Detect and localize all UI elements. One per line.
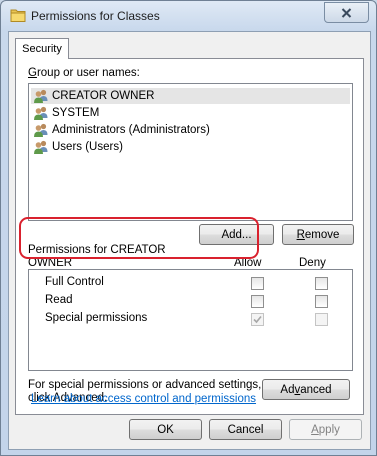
advanced-hint-line1: For special permissions or advanced sett… [28, 379, 262, 391]
cancel-button[interactable]: Cancel [209, 419, 282, 440]
tab-security[interactable]: Security [15, 38, 69, 59]
ok-button[interactable]: OK [129, 419, 202, 440]
window-title: Permissions for Classes [31, 9, 160, 23]
folder-icon [10, 9, 26, 22]
read-deny-checkbox[interactable] [315, 295, 328, 308]
read-allow-checkbox[interactable] [251, 295, 264, 308]
close-icon [341, 7, 352, 18]
full-control-deny-checkbox[interactable] [315, 277, 328, 290]
permission-row-full-control: Full Control [29, 275, 329, 293]
list-item-label: CREATOR OWNER [52, 90, 155, 102]
list-item-label: Administrators (Administrators) [52, 124, 210, 136]
list-item-label: Users (Users) [52, 141, 123, 153]
remove-button-label-text: emove [304, 228, 340, 241]
dialog-window: Permissions for Classes Security Group o… [0, 0, 377, 456]
user-group-icon [34, 89, 48, 103]
permission-name: Read [45, 294, 73, 306]
deny-column-header: Deny [299, 257, 326, 269]
permission-row-read: Read [29, 293, 329, 311]
close-button[interactable] [324, 2, 369, 23]
permission-row-special: Special permissions [29, 311, 329, 329]
user-group-icon [34, 140, 48, 154]
group-list-label: Group or user names: [28, 67, 140, 79]
user-group-icon [34, 106, 48, 120]
remove-button[interactable]: Remove [282, 224, 354, 245]
advanced-button-label-suffix: anced [300, 383, 332, 396]
list-item-administrators[interactable]: Administrators (Administrators) [33, 122, 210, 138]
checkmark-icon [253, 315, 262, 324]
permissions-table: Full Control Read Special permissions [28, 269, 353, 371]
list-item-creator-owner[interactable]: CREATOR OWNER [31, 88, 350, 104]
add-button[interactable]: Add... [199, 224, 274, 245]
permissions-label: Permissions for CREATOR [28, 244, 166, 256]
list-item-label: SYSTEM [52, 107, 100, 119]
permission-name: Full Control [45, 276, 104, 288]
allow-column-header: Allow [234, 257, 262, 269]
dialog-client-area: Security Group or user names: CREATOR OW… [8, 31, 371, 450]
list-item-users[interactable]: Users (Users) [33, 139, 123, 155]
advanced-button-label-prefix: Ad [280, 383, 295, 396]
user-group-icon [34, 123, 48, 137]
permission-name: Special permissions [45, 312, 148, 324]
advanced-button[interactable]: Ad v anced [262, 379, 350, 400]
title-bar[interactable]: Permissions for Classes [1, 1, 376, 31]
apply-button[interactable]: Apply [289, 419, 362, 440]
apply-button-label-text: pply [318, 423, 340, 436]
learn-access-control-link[interactable]: Learn about access control and permissio… [31, 393, 256, 405]
security-tab-panel: Group or user names: CREATOR OWNER SYSTE… [15, 58, 364, 415]
special-allow-checkbox[interactable] [251, 313, 264, 326]
group-user-list[interactable]: CREATOR OWNER SYSTEM Administrators (Adm… [28, 83, 353, 221]
full-control-allow-checkbox[interactable] [251, 277, 264, 290]
special-deny-checkbox[interactable] [315, 313, 328, 326]
group-list-label-text: roup or user names: [36, 67, 140, 79]
list-item-system[interactable]: SYSTEM [33, 105, 99, 121]
permissions-label-line2: OWNER [28, 257, 73, 269]
